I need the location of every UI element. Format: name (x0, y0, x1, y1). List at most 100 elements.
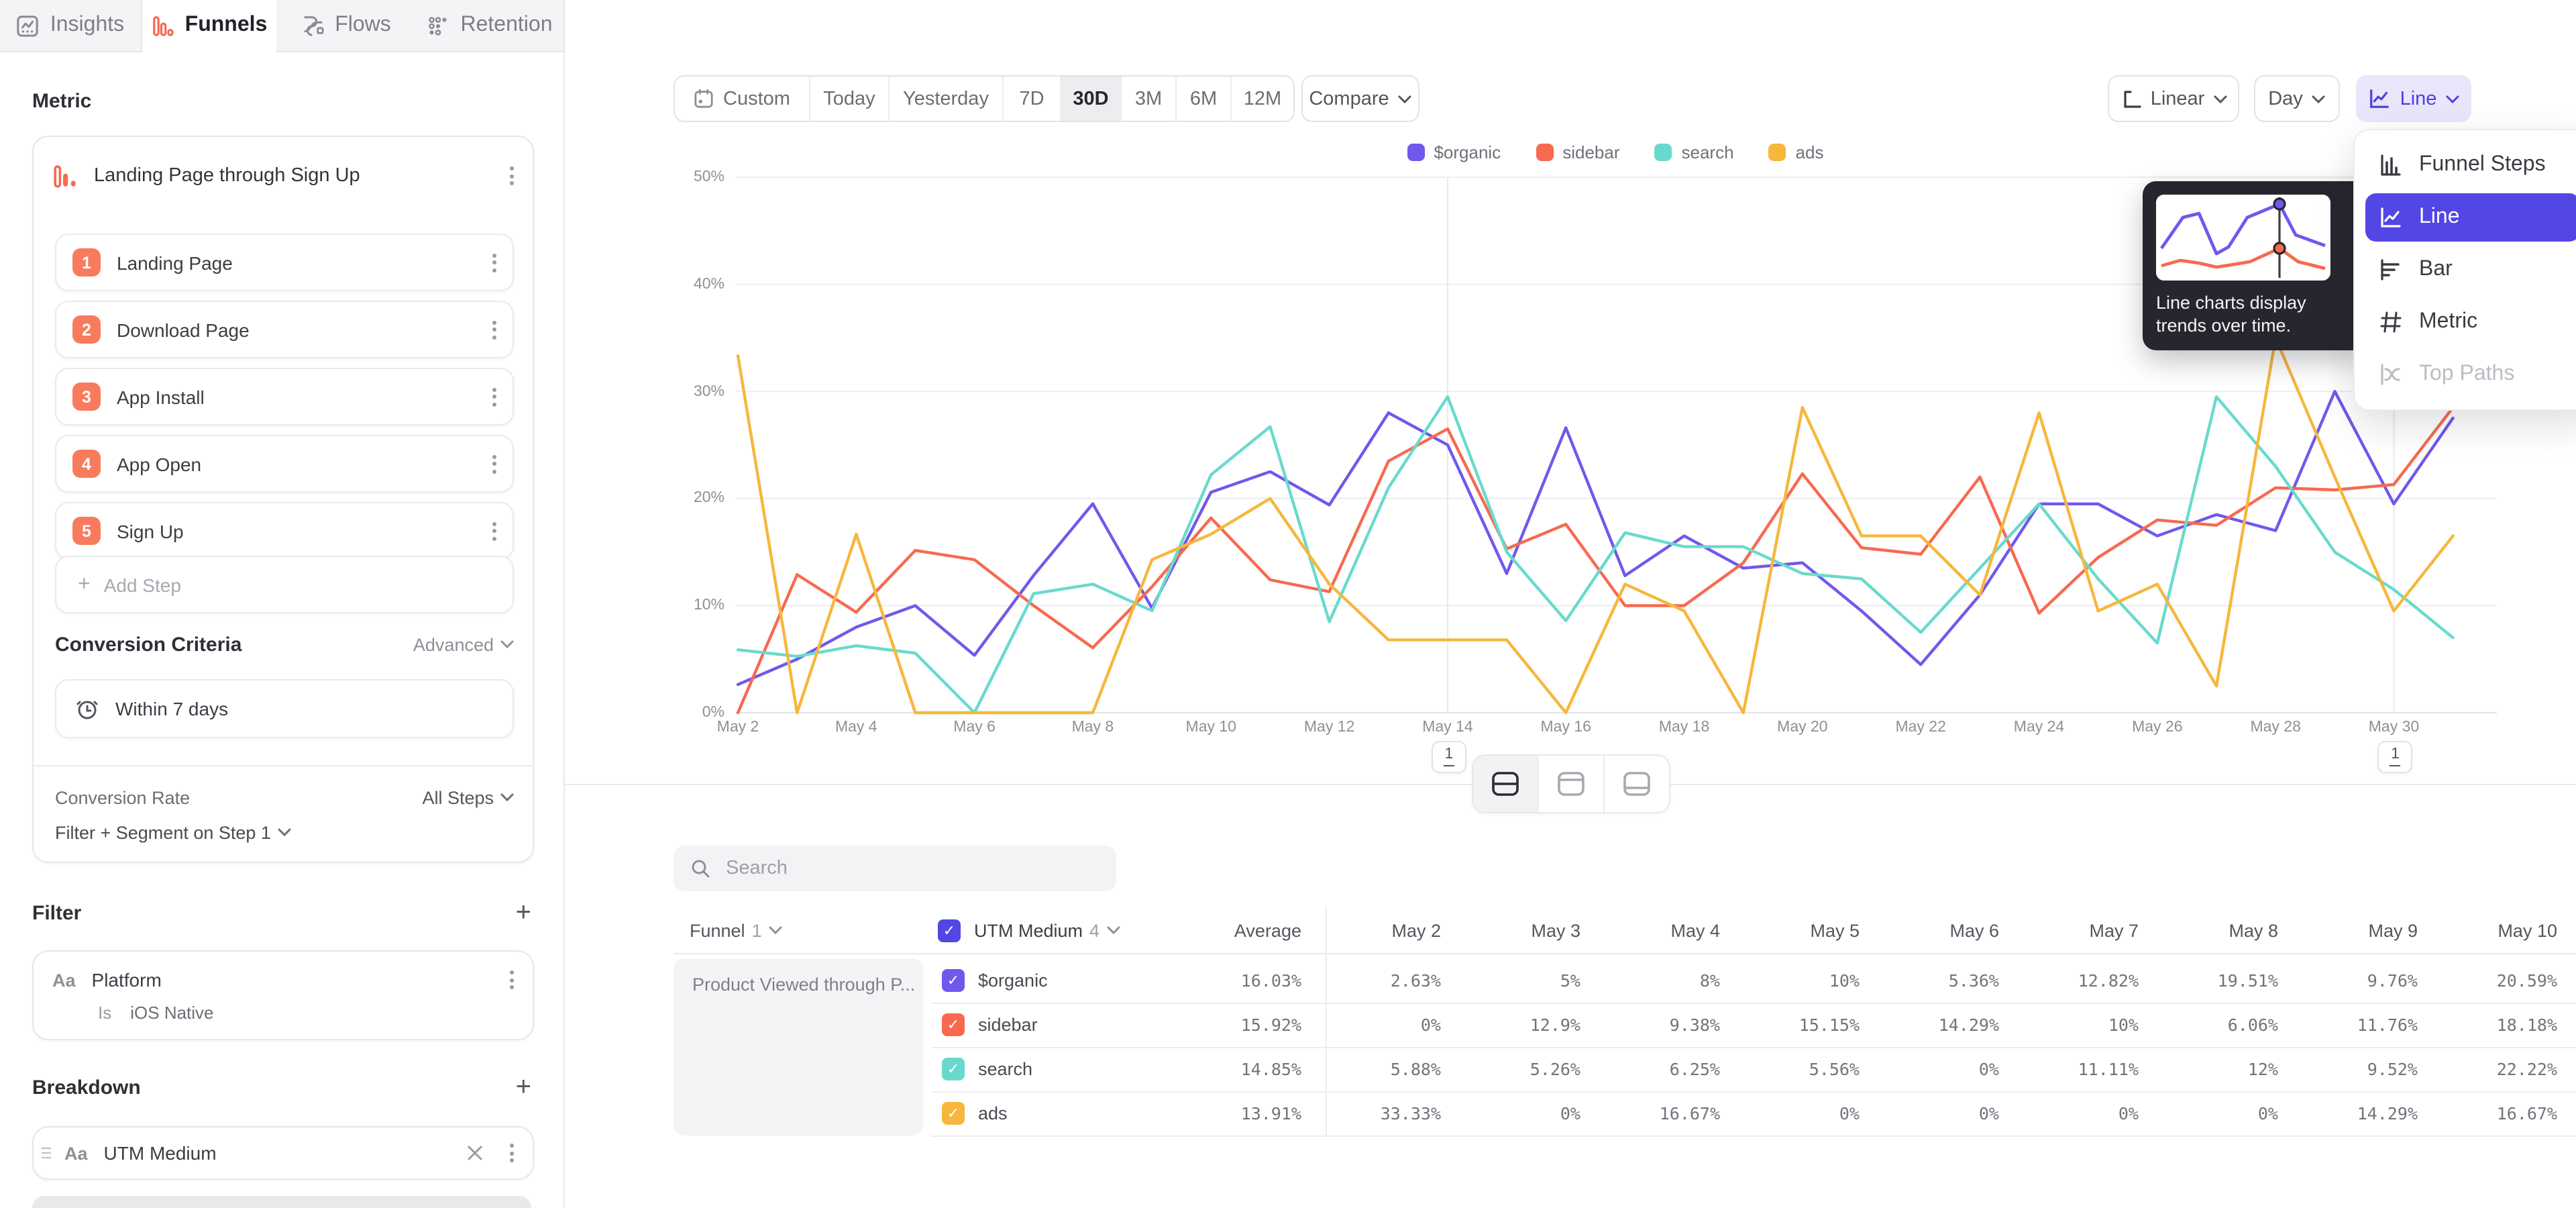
legend-label: ads (1796, 142, 1824, 162)
step-number-badge: 1 (72, 248, 101, 276)
metric-kebab-menu[interactable] (504, 161, 519, 191)
y-tick-label: 40% (665, 276, 724, 293)
conversion-window-card[interactable]: Within 7 days (55, 679, 514, 738)
table-cell-value: 33.33% (1301, 1103, 1441, 1123)
range-button-30d[interactable]: 30D (1061, 77, 1122, 121)
legend-label: $organic (1434, 142, 1501, 162)
legend-label: search (1682, 142, 1734, 162)
search-input[interactable] (723, 856, 1051, 880)
row-checkbox[interactable]: ✓ (942, 1058, 965, 1080)
chart-type-dropdown[interactable]: Line (2356, 75, 2471, 122)
flows-icon (301, 14, 324, 37)
add-step-button[interactable]: + Add Step (55, 556, 514, 613)
breakdown-select-all-checkbox[interactable]: ✓ (938, 919, 961, 942)
top-paths-icon (2379, 362, 2403, 387)
step-label: Sign Up (117, 520, 487, 542)
add-breakdown-button[interactable]: + (516, 1075, 531, 1099)
legend-swatch (1655, 144, 1672, 161)
view-split-button[interactable] (1473, 756, 1539, 812)
legend-swatch (1769, 144, 1786, 161)
menu-item-line[interactable]: Line (2365, 193, 2576, 242)
chevron-down-icon (2446, 95, 2459, 103)
range-button-today[interactable]: Today (810, 77, 890, 121)
funnel-cell[interactable]: Product Viewed through P... (674, 958, 923, 1136)
annotation-badge[interactable]: 1 (1432, 741, 1466, 773)
compare-button[interactable]: Compare (1301, 75, 1419, 122)
menu-item-bar[interactable]: Bar (2365, 246, 2576, 294)
range-button-custom[interactable]: Custom (675, 77, 810, 121)
table-cell-value: 0% (1860, 1103, 1999, 1123)
advanced-dropdown[interactable]: Advanced (413, 634, 514, 654)
step-kebab-menu[interactable] (487, 382, 502, 411)
conversion-rate-label: Conversion Rate (55, 787, 422, 807)
table-cell-value: 11.11% (1999, 1059, 2139, 1079)
view-chart-top-button[interactable] (1539, 756, 1605, 812)
filter-value[interactable]: iOS Native (130, 1003, 213, 1023)
funnel-step[interactable]: 2Download Page (55, 301, 514, 358)
chevron-down-icon[interactable] (1106, 926, 1120, 934)
table-cell-value: 6.25% (1580, 1059, 1720, 1079)
row-series-label: ads (978, 1103, 1008, 1123)
interval-dropdown[interactable]: Day (2254, 75, 2340, 122)
funnel-step[interactable]: 3App Install (55, 368, 514, 425)
range-button-6m[interactable]: 6M (1177, 77, 1232, 121)
filter-operator[interactable]: Is (98, 1003, 111, 1023)
funnel-step[interactable]: 1Landing Page (55, 234, 514, 291)
range-button-12m[interactable]: 12M (1232, 77, 1293, 121)
row-checkbox[interactable]: ✓ (942, 1102, 965, 1125)
row-checkbox[interactable]: ✓ (942, 969, 965, 992)
funnel-column-dropdown[interactable]: Funnel 1 (690, 907, 782, 953)
menu-item-funnel-steps[interactable]: Funnel Steps (2365, 141, 2576, 189)
series-line-ads (738, 338, 2453, 713)
chevron-down-icon (1399, 95, 1412, 103)
chevron-down-icon (500, 640, 514, 648)
table-cell-value: 13.91% (1162, 1103, 1301, 1123)
x-tick-label: May 22 (1878, 719, 1964, 736)
range-button-7d[interactable]: 7D (1004, 77, 1061, 121)
tab-flows[interactable]: Flows (276, 0, 417, 52)
chevron-down-icon (2214, 95, 2227, 103)
all-steps-dropdown[interactable]: All Steps (422, 787, 514, 807)
x-tick-label: May 30 (2351, 719, 2436, 736)
range-button-yesterday[interactable]: Yesterday (890, 77, 1004, 121)
range-button-3m[interactable]: 3M (1122, 77, 1177, 121)
x-tick-label: May 8 (1050, 719, 1136, 736)
filter-kebab-menu[interactable] (504, 965, 519, 995)
table-cell-value: 0% (1441, 1103, 1580, 1123)
legend-item-search[interactable]: search (1655, 142, 1734, 162)
funnel-step[interactable]: 5Sign Up (55, 502, 514, 560)
legend-item-sidebar[interactable]: sidebar (1536, 142, 1619, 162)
report-tabbar: Insights Funnels Flows Retention (0, 0, 2576, 52)
x-tick-label: May 20 (1760, 719, 1845, 736)
table-cell-value: 10% (1720, 970, 1860, 991)
table-cell-value: 5% (1441, 970, 1580, 991)
legend-item-ads[interactable]: ads (1769, 142, 1824, 162)
table-column-header: Average (1162, 920, 1301, 940)
filter-card[interactable]: Aa Platform Is iOS Native (32, 950, 534, 1040)
legend-item-organic[interactable]: $organic (1407, 142, 1501, 162)
table-column-header: May 10 (2418, 920, 2557, 940)
remove-breakdown-icon[interactable] (467, 1145, 483, 1161)
funnel-step[interactable]: 4App Open (55, 435, 514, 493)
tab-funnels[interactable]: Funnels (142, 0, 278, 52)
add-filter-button[interactable]: + (516, 901, 531, 925)
breakdown-kebab-menu[interactable] (504, 1138, 519, 1168)
step-kebab-menu[interactable] (487, 248, 502, 277)
chevron-down-icon (278, 828, 291, 836)
breakdown-card[interactable]: Aa UTM Medium (32, 1126, 534, 1180)
menu-item-metric[interactable]: Metric (2365, 298, 2576, 346)
tab-insights[interactable]: Insights (0, 0, 142, 52)
drag-handle-icon[interactable] (40, 1146, 52, 1160)
view-chart-bottom-button[interactable] (1605, 756, 1669, 812)
y-tick-label: 30% (665, 383, 724, 399)
step-kebab-menu[interactable] (487, 449, 502, 479)
row-checkbox[interactable]: ✓ (942, 1013, 965, 1036)
step-kebab-menu[interactable] (487, 516, 502, 546)
step-kebab-menu[interactable] (487, 315, 502, 344)
tab-retention[interactable]: Retention (416, 0, 565, 52)
row-series-label: sidebar (978, 1015, 1038, 1035)
filter-segment-dropdown[interactable]: Filter + Segment on Step 1 (55, 816, 291, 848)
annotation-badge[interactable]: 1 (2377, 741, 2412, 773)
scale-dropdown[interactable]: Linear (2108, 75, 2239, 122)
plus-icon: + (78, 572, 91, 597)
